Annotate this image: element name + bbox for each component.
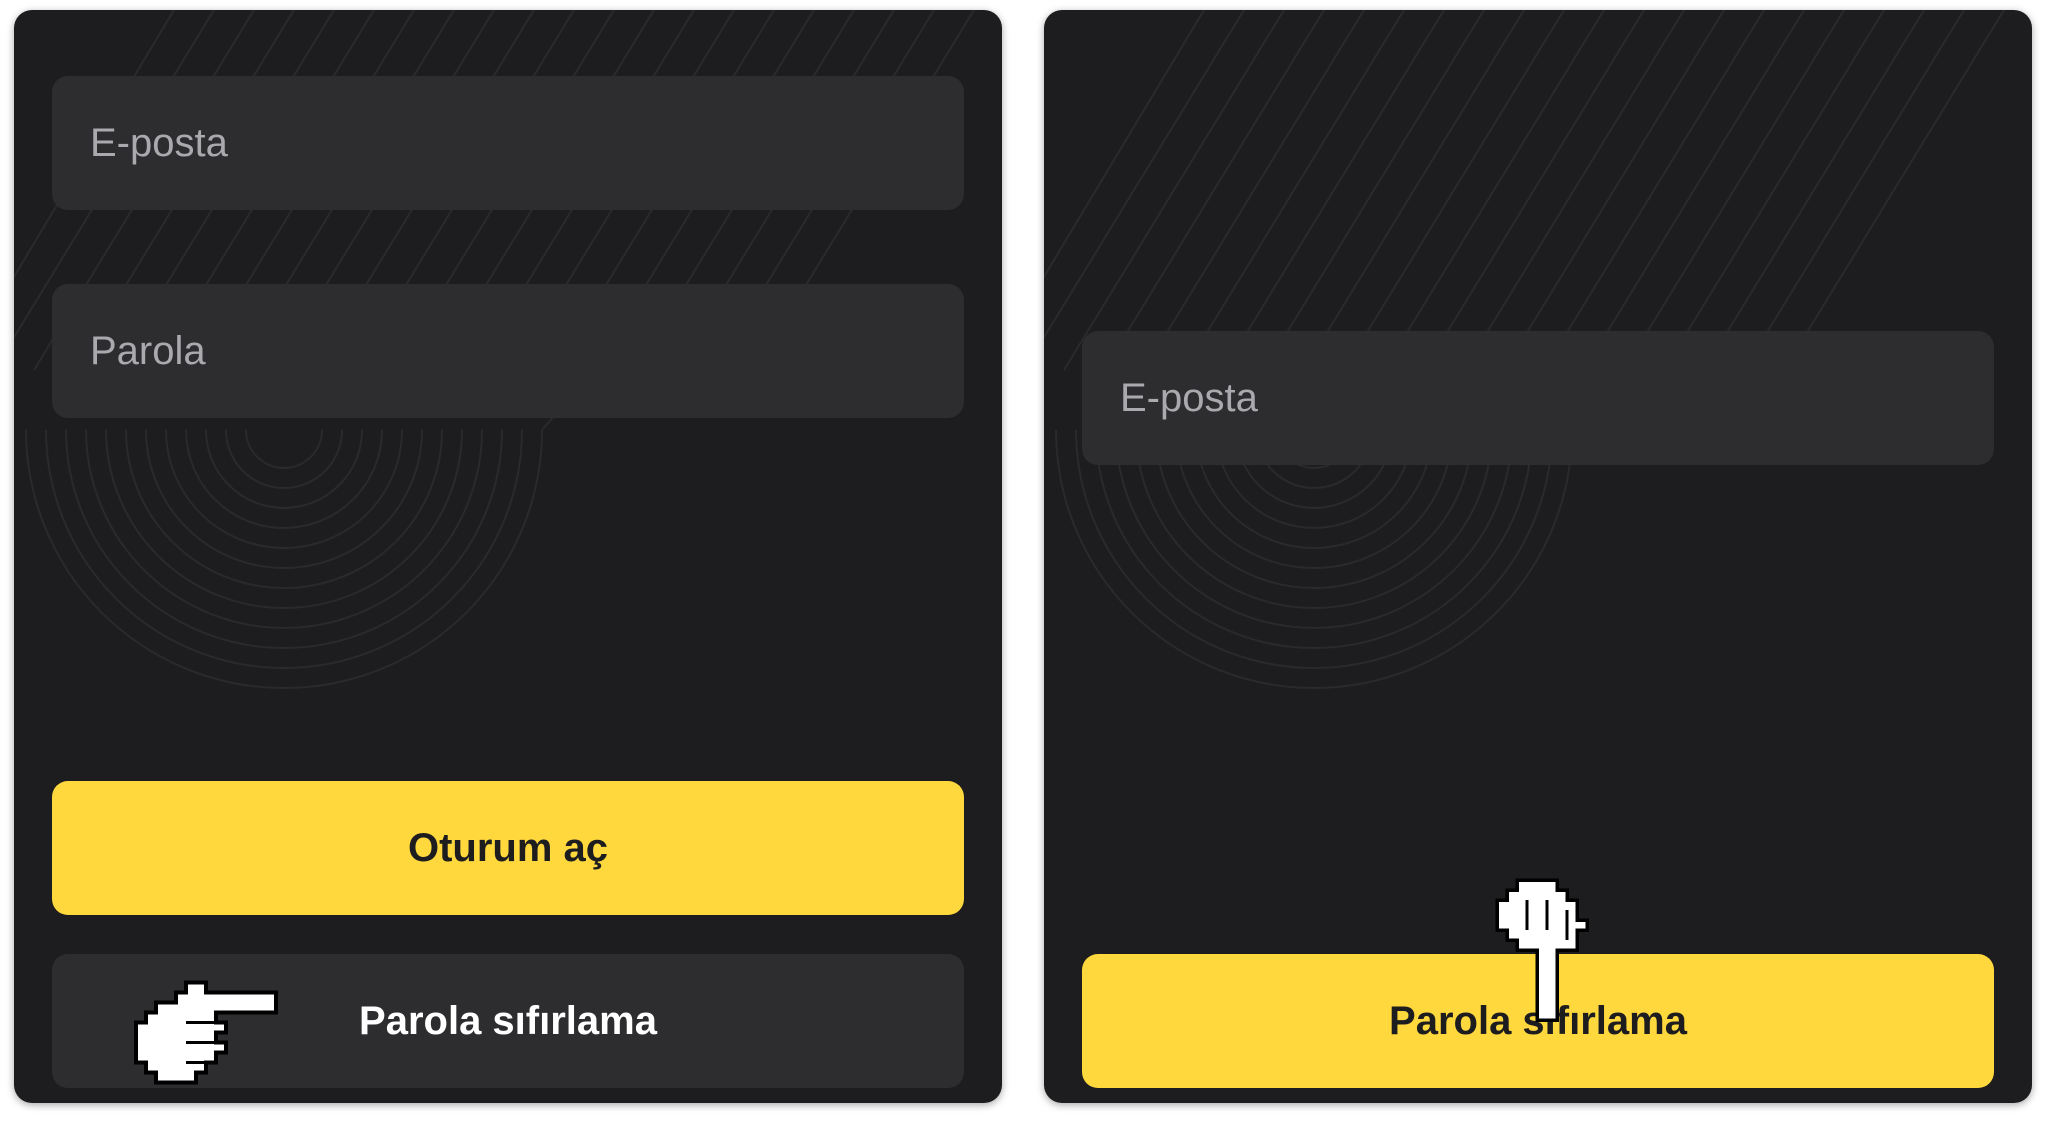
password-placeholder: Parola (90, 328, 206, 373)
pointing-hand-cursor-icon (134, 980, 278, 1085)
password-field[interactable]: Parola (52, 284, 964, 418)
email-placeholder: E-posta (90, 120, 228, 165)
email-field[interactable]: E-posta (1082, 331, 1994, 465)
email-field[interactable]: E-posta (52, 76, 964, 210)
reset-password-button-label: Parola sıfırlama (359, 998, 657, 1043)
email-placeholder: E-posta (1120, 375, 1258, 420)
login-button-label: Oturum aç (407, 825, 609, 870)
reset-password-screen: E-posta Parola sıfırlama (1044, 10, 2032, 1103)
login-button[interactable]: Oturum aç (52, 781, 964, 915)
login-screen: E-posta Parola Oturum aç Parola sıfırlam… (14, 10, 1002, 1103)
hand-pointer-cursor-icon (1495, 878, 1589, 1022)
